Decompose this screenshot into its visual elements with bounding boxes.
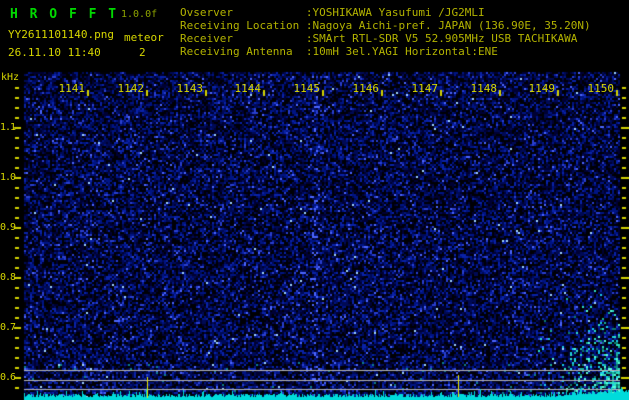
x-axis-tick-label: 1148 (470, 82, 498, 95)
x-axis-tick-label: 1146 (352, 82, 380, 95)
y-axis-tick-label: 0.7 (0, 322, 16, 333)
x-axis-tick-label: 1150 (587, 82, 615, 95)
y-axis-tick-label: 0.6 (0, 372, 16, 383)
x-axis-tick-label: 1141 (58, 82, 86, 95)
x-axis-tick-label: 1149 (528, 82, 556, 95)
y-axis-tick-label: 0.8 (0, 272, 16, 283)
x-axis-tick-label: 1145 (293, 82, 321, 95)
y-axis-tick-label: 0.9 (0, 222, 16, 233)
y-axis-tick-label: 1.0 (0, 172, 16, 183)
axis-labels: 1141 1142 1143 1144 1145 1146 1147 1148 1149 1150… (0, 0, 629, 400)
y-axis-tick-label: 1.1 (0, 122, 16, 133)
x-axis-tick-label: 1144 (234, 82, 262, 95)
hrofft-screen: H R O F F T 1.0.0f YY2611101140.png mete… (0, 0, 629, 400)
x-axis-tick-label: 1143 (176, 82, 204, 95)
x-axis-tick-label: 1147 (411, 82, 439, 95)
x-axis-tick-label: 1142 (117, 82, 145, 95)
